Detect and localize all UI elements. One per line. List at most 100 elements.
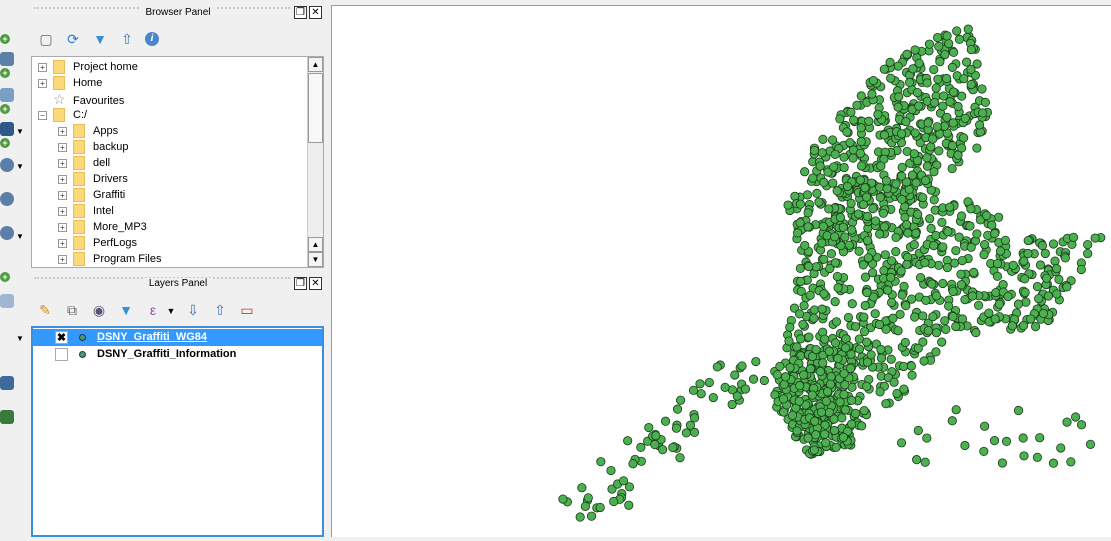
tree-item[interactable]: + Drivers — [58, 171, 128, 187]
add-icon[interactable]: + — [0, 104, 10, 114]
dropdown-arrow-icon[interactable]: ▼ — [16, 232, 24, 241]
tree-item[interactable]: − C:/ — [38, 107, 87, 123]
expression-icon[interactable]: ε — [144, 301, 162, 319]
layer-checkbox[interactable]: ✖ — [55, 331, 68, 344]
add-spatialite-icon[interactable] — [0, 88, 14, 102]
scroll-up-button[interactable]: ▲ — [308, 237, 323, 252]
close-panel-button[interactable]: ✕ — [309, 6, 322, 19]
expand-toggle[interactable]: + — [58, 126, 67, 136]
layer-item[interactable]: ✖ DSNY_Graffiti_WG84 — [33, 329, 322, 346]
vertical-scrollbar[interactable]: ▲ ▲ ▼ — [307, 57, 323, 267]
filter-icon[interactable]: ▼ — [117, 301, 135, 319]
add-icon[interactable]: + — [0, 272, 10, 282]
expand-toggle[interactable]: + — [58, 254, 67, 264]
expand-toggle[interactable]: + — [58, 174, 67, 184]
graffiti-point — [923, 326, 933, 336]
refresh-icon[interactable]: ⟳ — [64, 30, 82, 48]
add-wcs-icon[interactable] — [0, 226, 14, 240]
expand-icon[interactable]: ⇩ — [184, 301, 202, 319]
graffiti-point — [829, 162, 839, 172]
add-postgis-icon[interactable] — [0, 122, 14, 136]
graffiti-point — [609, 496, 619, 507]
add-layer-icon[interactable]: ▢ — [37, 30, 55, 48]
layer-checkbox[interactable] — [55, 348, 68, 361]
expand-toggle[interactable]: + — [58, 190, 67, 200]
tree-item[interactable]: + Program Files — [58, 251, 161, 267]
float-panel-button[interactable]: ❐ — [294, 277, 307, 290]
visibility-icon[interactable]: ◉ — [90, 301, 108, 319]
folder-icon — [73, 140, 85, 155]
expand-toggle[interactable]: + — [58, 222, 67, 232]
expand-toggle[interactable]: + — [38, 78, 47, 88]
dropdown-arrow-icon[interactable]: ▼ — [16, 334, 24, 343]
dropdown-arrow-icon[interactable]: ▼ — [16, 162, 24, 171]
graffiti-point — [804, 332, 814, 342]
graffiti-point — [577, 483, 587, 493]
add-icon[interactable]: + — [0, 138, 10, 148]
osm-icon[interactable] — [0, 410, 14, 424]
expand-toggle[interactable]: + — [58, 206, 67, 216]
new-layer-icon[interactable] — [0, 294, 14, 308]
close-panel-button[interactable]: ✕ — [309, 277, 322, 290]
tree-item[interactable]: + Intel — [58, 203, 114, 219]
info-icon[interactable]: i — [145, 32, 159, 46]
tree-item[interactable]: + Apps — [58, 123, 118, 139]
add-raster-icon[interactable] — [0, 52, 14, 66]
filter-icon[interactable]: ▼ — [91, 30, 109, 48]
graffiti-point — [1032, 452, 1042, 462]
remove-layer-icon[interactable]: ▭ — [238, 301, 256, 319]
graffiti-point — [913, 209, 923, 219]
graffiti-point — [891, 232, 901, 243]
scroll-thumb[interactable] — [308, 73, 323, 143]
graffiti-point — [832, 271, 842, 282]
collapse-icon[interactable]: ⇧ — [211, 301, 229, 319]
tree-item[interactable]: ☆ Favourites — [38, 91, 124, 107]
graffiti-point — [821, 438, 831, 448]
graffiti-point — [940, 316, 950, 326]
graffiti-point — [920, 457, 930, 467]
scroll-down-button[interactable]: ▼ — [308, 252, 323, 267]
graffiti-point — [1007, 321, 1017, 331]
dropdown-arrow-icon[interactable]: ▼ — [162, 302, 180, 320]
scroll-up-button[interactable]: ▲ — [308, 57, 323, 72]
graffiti-point — [997, 458, 1008, 468]
expand-toggle[interactable]: + — [58, 238, 67, 248]
tree-item-label: dell — [93, 157, 111, 169]
graffiti-point — [931, 291, 941, 301]
expand-toggle[interactable]: + — [58, 142, 67, 152]
add-wfs-icon[interactable] — [0, 192, 14, 206]
graffiti-point — [838, 432, 848, 442]
graffiti-point — [987, 220, 997, 230]
map-canvas[interactable] — [331, 5, 1111, 537]
graffiti-point — [867, 268, 878, 278]
add-icon[interactable]: + — [0, 68, 10, 78]
layer-item[interactable]: DSNY_Graffiti_Information — [33, 346, 322, 363]
style-icon[interactable]: ✎ — [36, 301, 54, 319]
add-group-icon[interactable]: ⧉ — [63, 301, 81, 319]
expand-toggle[interactable]: − — [38, 110, 47, 120]
tree-item[interactable]: + backup — [58, 139, 128, 155]
dropdown-arrow-icon[interactable]: ▼ — [16, 127, 24, 136]
digitize-icon[interactable] — [0, 376, 14, 390]
tree-item[interactable]: + dell — [58, 155, 110, 171]
graffiti-point — [748, 374, 759, 384]
graffiti-point — [807, 390, 817, 400]
tree-item[interactable]: + More_MP3 — [58, 219, 147, 235]
tree-item[interactable]: + Project home — [38, 59, 138, 75]
graffiti-point — [919, 356, 929, 366]
browser-panel-title: Browser Panel — [30, 5, 326, 21]
graffiti-point — [795, 381, 805, 391]
collapse-icon[interactable]: ⇧ — [118, 30, 136, 48]
graffiti-point — [909, 149, 919, 159]
add-wms-icon[interactable] — [0, 158, 14, 172]
expand-toggle[interactable]: + — [58, 158, 67, 168]
expand-toggle[interactable]: + — [38, 62, 47, 72]
add-layer-icon[interactable]: + — [0, 34, 10, 44]
float-panel-button[interactable]: ❐ — [294, 6, 307, 19]
graffiti-point — [837, 413, 847, 423]
graffiti-point — [879, 130, 890, 140]
graffiti-point — [913, 425, 923, 436]
tree-item[interactable]: + Home — [38, 75, 102, 91]
tree-item[interactable]: + PerfLogs — [58, 235, 137, 251]
tree-item[interactable]: + Graffiti — [58, 187, 125, 203]
